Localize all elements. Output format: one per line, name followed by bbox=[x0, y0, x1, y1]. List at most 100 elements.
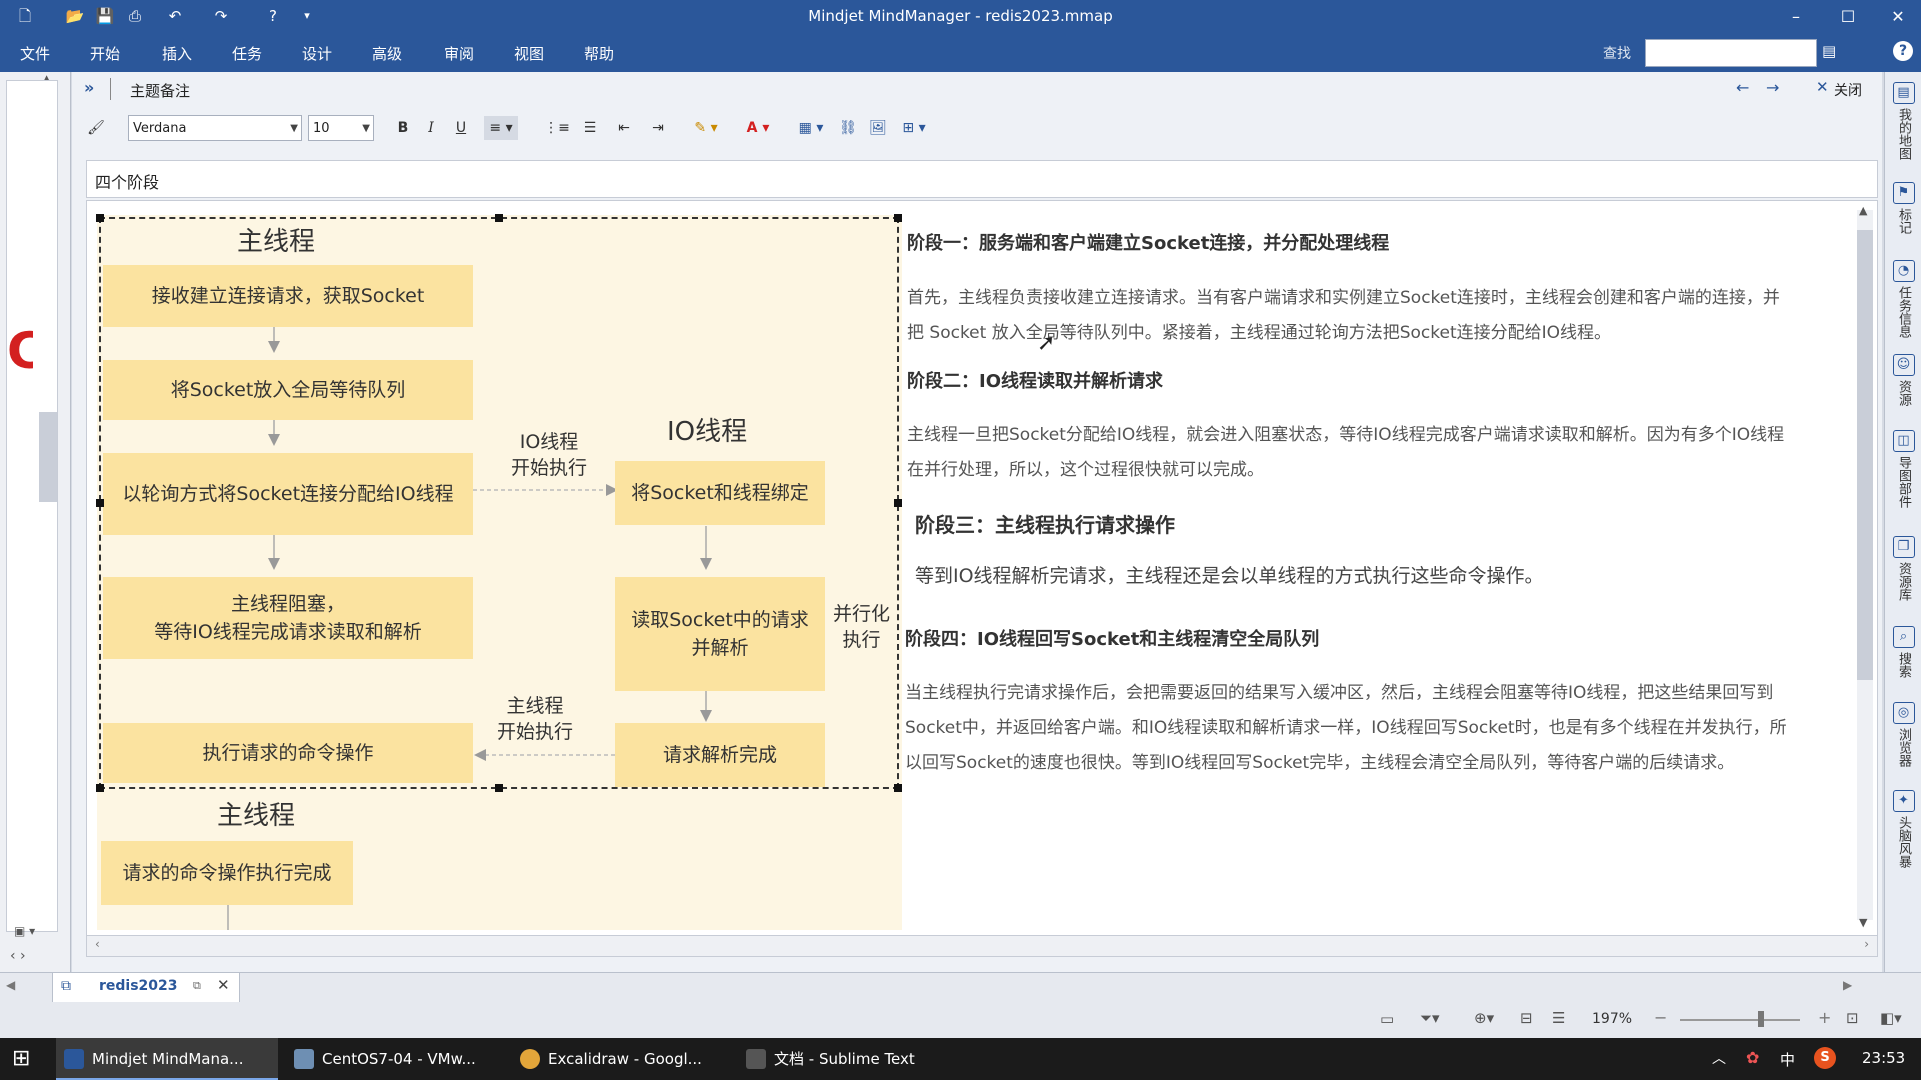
menu-design[interactable]: 设计 bbox=[302, 43, 332, 64]
side-task-info[interactable]: ◔ 任务信息 bbox=[1885, 260, 1921, 342]
resize-handle[interactable] bbox=[894, 499, 902, 507]
float-tab-icon[interactable]: ⧉ bbox=[193, 979, 201, 993]
resize-handle[interactable] bbox=[495, 214, 503, 222]
menu-help[interactable]: 帮助 bbox=[584, 43, 614, 64]
side-brainstorm[interactable]: ✦ 头脑风暴 bbox=[1885, 790, 1921, 872]
side-library[interactable]: ❐ 资源库 bbox=[1885, 536, 1921, 605]
input-method-icon[interactable]: S bbox=[1814, 1047, 1836, 1069]
menu-task[interactable]: 任务 bbox=[232, 43, 262, 64]
close-notes-icon[interactable]: ✕ bbox=[1816, 78, 1829, 96]
notes-scrollbar-thumb[interactable] bbox=[1857, 230, 1873, 680]
close-notes-button[interactable]: 关闭 bbox=[1834, 80, 1862, 100]
taskbar-app-mindmanager[interactable]: Mindjet MindMana... bbox=[56, 1038, 278, 1080]
search-input[interactable] bbox=[1645, 39, 1817, 67]
menu-review[interactable]: 审阅 bbox=[444, 43, 474, 64]
tab-scroll-left-icon[interactable]: ◀ bbox=[6, 978, 15, 992]
windows-start-icon[interactable]: ⊞ bbox=[12, 1046, 30, 1071]
tray-expand-icon[interactable]: ︿ bbox=[1712, 1048, 1726, 1068]
side-search[interactable]: ⌕ 搜索 bbox=[1885, 626, 1921, 682]
increase-indent-icon[interactable]: ⇥ bbox=[646, 116, 670, 140]
undo-icon[interactable]: ↶ bbox=[164, 5, 186, 27]
resize-handle[interactable] bbox=[495, 784, 503, 792]
fit-map-icon[interactable]: ⊡ bbox=[1846, 1009, 1859, 1027]
tab-scroll-right-icon[interactable]: ▶ bbox=[1843, 978, 1852, 992]
view-toggle-icon[interactable]: ▣ ▾ bbox=[14, 924, 35, 938]
scroll-left-icon[interactable]: ‹ bbox=[95, 937, 100, 951]
input-language[interactable]: 中 bbox=[1780, 1049, 1795, 1070]
resize-handle[interactable] bbox=[894, 214, 902, 222]
font-size-select[interactable]: 10 ▼ bbox=[308, 115, 374, 141]
numbered-list-icon[interactable]: ⋮≡ bbox=[540, 116, 574, 140]
previous-note-icon[interactable]: ← bbox=[1736, 78, 1749, 97]
print-icon[interactable]: ⎙ bbox=[124, 5, 146, 27]
highlight-color-icon[interactable]: ✎ ▾ bbox=[686, 116, 726, 140]
zoom-slider[interactable] bbox=[1680, 1019, 1800, 1021]
font-family-select[interactable]: Verdana ▼ bbox=[128, 115, 302, 141]
table-icon[interactable]: ▦ ▾ bbox=[794, 116, 828, 140]
side-map-parts[interactable]: ◫ 导图部件 bbox=[1885, 430, 1921, 512]
align-left-icon[interactable]: ≡ ▾ bbox=[484, 116, 518, 140]
zoom-slider-thumb[interactable] bbox=[1758, 1011, 1764, 1027]
format-painter-icon[interactable]: 🖌 bbox=[84, 116, 108, 140]
topic-title[interactable]: 四个阶段 bbox=[95, 169, 159, 193]
new-file-icon[interactable]: 🗋 bbox=[14, 5, 36, 27]
menu-view[interactable]: 视图 bbox=[514, 43, 544, 64]
zoom-in-icon[interactable]: + bbox=[1818, 1008, 1831, 1027]
menu-home[interactable]: 开始 bbox=[90, 43, 120, 64]
help-icon[interactable]: ? bbox=[1893, 41, 1913, 61]
taskbar-app-chrome[interactable]: Excalidraw - Googl... bbox=[512, 1038, 730, 1080]
nav-arrows-icon[interactable]: ‹ › bbox=[10, 948, 26, 964]
close-window-icon[interactable]: ✕ bbox=[1876, 0, 1920, 34]
decrease-indent-icon[interactable]: ⇤ bbox=[612, 116, 636, 140]
document-tab-bar: ◀ ⧉ redis2023 ⧉ ✕ ▶ bbox=[0, 972, 1921, 1004]
next-note-icon[interactable]: → bbox=[1766, 78, 1779, 97]
taskbar-app-sublime[interactable]: 文档 - Sublime Text bbox=[738, 1038, 956, 1080]
close-tab-icon[interactable]: ✕ bbox=[217, 976, 230, 994]
bullet-list-icon[interactable]: ☰ bbox=[578, 116, 602, 140]
side-my-maps[interactable]: ▤ 我的地图 bbox=[1885, 82, 1921, 164]
side-markers[interactable]: ⚑ 标记 bbox=[1885, 182, 1921, 238]
resize-handle[interactable] bbox=[96, 784, 104, 792]
bold-icon[interactable]: B bbox=[392, 116, 414, 140]
resize-handle[interactable] bbox=[894, 784, 902, 792]
maximize-icon[interactable]: ☐ bbox=[1826, 0, 1870, 34]
customize-toolbar-icon[interactable]: ▾ bbox=[296, 5, 318, 27]
layout-icon[interactable]: ⊟ bbox=[1520, 1009, 1533, 1027]
map-canvas[interactable]: C bbox=[6, 80, 58, 932]
tab-redis2023[interactable]: ⧉ redis2023 ⧉ ✕ bbox=[52, 973, 240, 1004]
minimize-icon[interactable]: – bbox=[1774, 0, 1818, 34]
filter-icon[interactable]: ⏷▾ bbox=[1420, 1009, 1440, 1027]
focus-icon[interactable]: ⊕▾ bbox=[1474, 1009, 1494, 1027]
map-scrollbar-thumb[interactable] bbox=[39, 412, 57, 502]
tray-app-icon[interactable]: ✿ bbox=[1746, 1048, 1759, 1067]
help-query-icon[interactable]: ? bbox=[262, 5, 284, 27]
save-icon[interactable]: 💾 bbox=[94, 5, 116, 27]
insert-object-icon[interactable]: ⊞ ▾ bbox=[896, 116, 932, 140]
outline-view-icon[interactable]: ☰ bbox=[1552, 1009, 1565, 1027]
menu-advanced[interactable]: 高级 bbox=[372, 43, 402, 64]
ribbon-options-icon[interactable]: ▤ bbox=[1822, 42, 1836, 60]
redo-icon[interactable]: ↷ bbox=[210, 5, 232, 27]
resize-handle[interactable] bbox=[96, 499, 104, 507]
resize-handle[interactable] bbox=[96, 214, 104, 222]
taskbar-app-vmware[interactable]: CentOS7-04 - VMw... bbox=[286, 1038, 504, 1080]
page-icon[interactable]: ▭ bbox=[1380, 1010, 1394, 1028]
notes-horizontal-scrollbar[interactable]: ‹ › bbox=[86, 935, 1878, 957]
link-icon[interactable]: ⛓ bbox=[836, 116, 860, 140]
side-resources[interactable]: ☺ 资源 bbox=[1885, 354, 1921, 410]
menu-file[interactable]: 文件 bbox=[20, 43, 50, 64]
open-file-icon[interactable]: 📂 bbox=[64, 5, 86, 27]
underline-icon[interactable]: U bbox=[450, 116, 472, 140]
notes-document[interactable]: 主线程 接收建立连接请求，获取Socket 将Socket放入全局等待队列 以轮… bbox=[86, 200, 1878, 937]
view-options-icon[interactable]: ◧▾ bbox=[1880, 1009, 1902, 1027]
image-icon[interactable]: 🖼 bbox=[866, 116, 890, 140]
font-color-icon[interactable]: A ▾ bbox=[738, 116, 778, 140]
menu-insert[interactable]: 插入 bbox=[162, 43, 192, 64]
collapse-panel-icon[interactable]: » bbox=[84, 78, 94, 97]
zoom-out-icon[interactable]: − bbox=[1654, 1008, 1667, 1027]
side-browser[interactable]: ◎ 浏览器 bbox=[1885, 702, 1921, 771]
scroll-up-icon[interactable]: ▲ bbox=[1859, 204, 1867, 217]
scroll-down-icon[interactable]: ▼ bbox=[1859, 916, 1867, 929]
scroll-right-icon[interactable]: › bbox=[1864, 937, 1869, 951]
italic-icon[interactable]: I bbox=[420, 116, 442, 140]
